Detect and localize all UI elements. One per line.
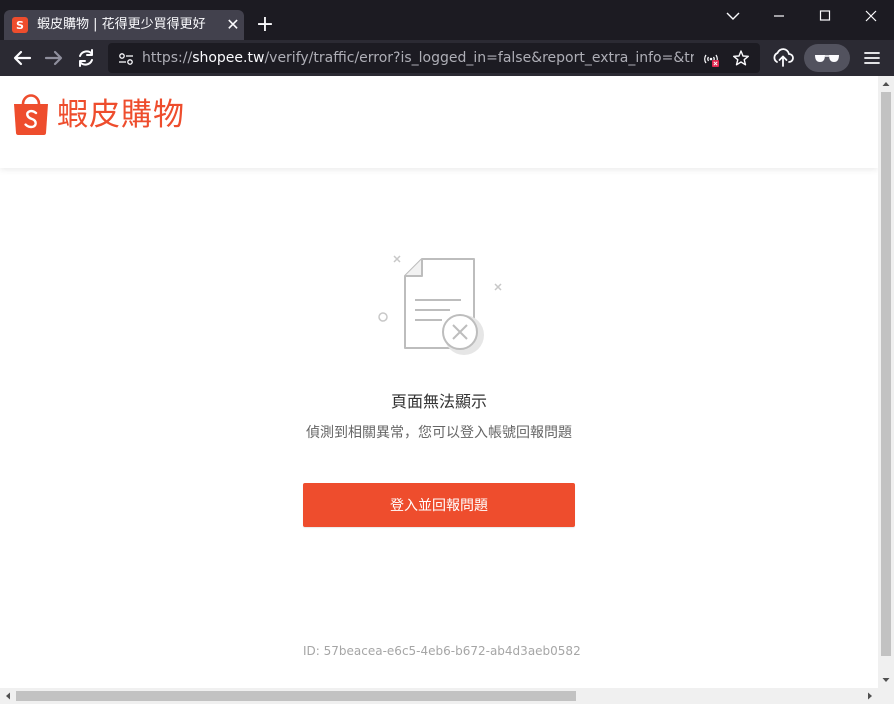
tab-title: 蝦皮購物 | 花得更少買得更好 bbox=[37, 17, 206, 32]
incognito-glasses-icon[interactable] bbox=[804, 44, 850, 72]
bookmark-star-icon[interactable] bbox=[732, 49, 750, 67]
scrollbar-corner bbox=[878, 688, 894, 704]
error-description: 偵測到相關異常，您可以登入帳號回報問題 bbox=[306, 425, 572, 441]
vertical-scrollbar-thumb[interactable] bbox=[881, 92, 891, 656]
vertical-scrollbar[interactable] bbox=[878, 76, 894, 688]
upload-icon[interactable] bbox=[770, 45, 796, 71]
reload-icon[interactable] bbox=[72, 44, 100, 72]
url-text[interactable]: https://shopee.tw/verify/traffic/error?i… bbox=[142, 50, 694, 66]
forward-arrow-icon[interactable] bbox=[40, 44, 68, 72]
shopping-bag-logo-icon bbox=[14, 94, 48, 135]
site-info-icon[interactable] bbox=[118, 51, 134, 65]
browser-titlebar: S 蝦皮購物 | 花得更少買得更好 ✕ + bbox=[0, 0, 894, 40]
window-close-icon[interactable] bbox=[856, 6, 886, 26]
url-domain: shopee.tw bbox=[192, 50, 265, 66]
window-minimize-icon[interactable] bbox=[764, 6, 794, 26]
logo-wordmark: 蝦皮購物 bbox=[57, 97, 185, 133]
horizontal-scrollbar-thumb[interactable] bbox=[16, 691, 576, 701]
list-all-tabs-chevron-down-icon[interactable] bbox=[718, 6, 748, 26]
autoplay-blocked-icon[interactable] bbox=[702, 50, 720, 68]
browser-navigation-toolbar: https://shopee.tw/verify/traffic/error?i… bbox=[0, 40, 894, 76]
document-error-illustration-icon bbox=[378, 255, 502, 355]
tab-close-icon[interactable]: ✕ bbox=[224, 16, 242, 34]
hamburger-menu-icon[interactable] bbox=[860, 46, 884, 70]
new-tab-button[interactable]: + bbox=[254, 14, 276, 36]
site-header: 蝦皮購物 bbox=[0, 76, 878, 168]
scroll-right-arrow-icon[interactable] bbox=[862, 688, 878, 704]
horizontal-scrollbar[interactable] bbox=[0, 688, 878, 704]
shopee-logo[interactable]: 蝦皮購物 bbox=[12, 92, 212, 138]
error-title: 頁面無法顯示 bbox=[390, 392, 487, 411]
shopee-favicon-icon: S bbox=[12, 17, 28, 33]
scroll-down-arrow-icon[interactable] bbox=[878, 672, 894, 688]
scroll-up-arrow-icon[interactable] bbox=[878, 76, 894, 92]
url-path: /verify/traffic/error?is_logged_in=false… bbox=[264, 50, 694, 66]
scroll-left-arrow-icon[interactable] bbox=[0, 688, 16, 704]
login-and-report-button[interactable]: 登入並回報問題 bbox=[303, 483, 575, 527]
error-trace-id: ID: 57beacea-e6c5-4eb6-b672-ab4d3aeb0582 bbox=[303, 644, 581, 658]
window-maximize-icon[interactable] bbox=[810, 6, 840, 26]
address-bar[interactable]: https://shopee.tw/verify/traffic/error?i… bbox=[108, 43, 760, 73]
page-viewport: 蝦皮購物 頁面無法顯示 偵測到相關異常，您可以登入帳號回報問題 登入並回報問題 … bbox=[0, 76, 878, 688]
browser-tab-active[interactable]: S 蝦皮購物 | 花得更少買得更好 ✕ bbox=[4, 10, 244, 40]
back-arrow-icon[interactable] bbox=[8, 44, 36, 72]
url-scheme: https:// bbox=[142, 50, 193, 66]
